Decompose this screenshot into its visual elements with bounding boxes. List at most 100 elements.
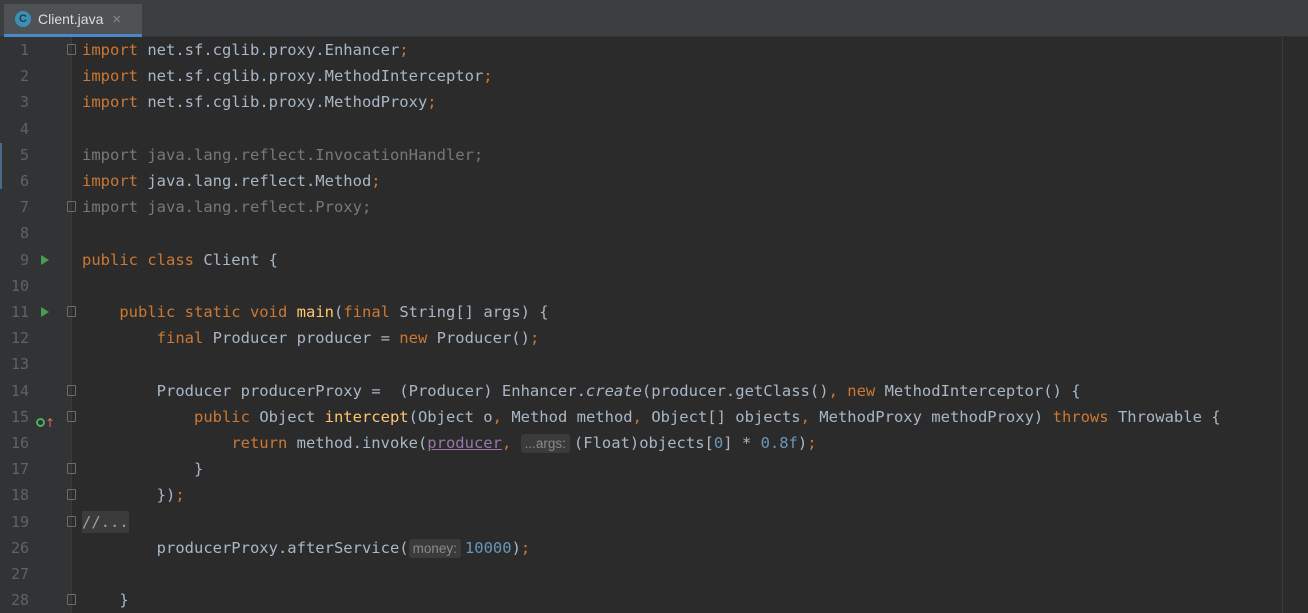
java-class-icon: C: [15, 11, 31, 27]
code-token: (producer.getClass(): [641, 381, 829, 400]
line-number: 1: [19, 41, 29, 59]
code-line[interactable]: 14 Producer producerProxy = (Producer) E…: [0, 378, 1308, 404]
code-line[interactable]: 5 import java.lang.reflect.InvocationHand…: [0, 142, 1308, 168]
code-token: String[] args) {: [390, 303, 549, 321]
code-token: Object: [249, 407, 325, 426]
code-token: import java.lang.reflect.Proxy;: [82, 198, 372, 217]
code-text: final Producer producer = new Producer()…: [82, 325, 540, 351]
line-number: 11: [10, 303, 29, 321]
code-token: ;: [529, 329, 540, 348]
line-number: 19: [10, 512, 29, 531]
parameter-hint: ...args:: [520, 434, 570, 453]
code-token: public static void: [119, 303, 288, 321]
code-line[interactable]: 8: [0, 220, 1308, 246]
code-token: producerProxy.afterService(: [82, 538, 409, 557]
line-number: 10: [10, 276, 29, 295]
collapse-fold-icon[interactable]: [67, 594, 76, 606]
code-token: ;: [371, 172, 381, 190]
code-line[interactable]: 13: [0, 351, 1308, 377]
code-line[interactable]: 3 import net.sf.cglib.proxy.MethodProxy;: [0, 89, 1308, 115]
code-token: new: [399, 329, 428, 348]
code-line[interactable]: 17 }: [0, 456, 1308, 482]
code-token: import java.lang.reflect.InvocationHandl…: [82, 145, 484, 164]
code-token: ;: [399, 41, 409, 59]
code-line[interactable]: 12 final Producer producer = new Produce…: [0, 325, 1308, 351]
code-token: net.sf.cglib.proxy.MethodProxy: [138, 93, 428, 112]
code-token: net.sf.cglib.proxy.MethodInterceptor: [138, 67, 484, 86]
line-number: 9: [19, 250, 29, 269]
line-number: 7: [19, 198, 29, 217]
code-token: import: [82, 67, 138, 86]
code-line[interactable]: 1 import net.sf.cglib.proxy.Enhancer;: [0, 37, 1308, 63]
folded-region[interactable]: //...: [82, 510, 129, 533]
code-token: ): [797, 434, 808, 452]
code-token: (Float)objects[: [573, 434, 714, 452]
tab-client-java[interactable]: C Client.java ×: [4, 4, 142, 37]
code-token: new: [847, 381, 876, 400]
line-number: 14: [10, 381, 29, 400]
code-line[interactable]: 28 }: [0, 587, 1308, 613]
code-line[interactable]: 2 import net.sf.cglib.proxy.MethodInterce…: [0, 63, 1308, 89]
code-text: //...: [82, 509, 129, 535]
code-line[interactable]: 6 import java.lang.reflect.Method;: [0, 168, 1308, 194]
code-line[interactable]: 27: [0, 561, 1308, 587]
code-text: Producer producerProxy = (Producer) Enha…: [82, 378, 1081, 404]
line-number: 17: [10, 460, 29, 479]
code-line[interactable]: 19 //...: [0, 509, 1308, 535]
code-token: ] *: [723, 434, 761, 452]
editor-tab-bar: C Client.java ×: [0, 0, 1308, 37]
code-line[interactable]: 10: [0, 273, 1308, 299]
line-number: 6: [19, 172, 29, 190]
code-token: (: [333, 303, 344, 321]
code-token: MethodInterceptor() {: [875, 381, 1081, 400]
code-token: ;: [427, 93, 437, 112]
code-token: java.lang.reflect.Method: [138, 172, 372, 190]
code-token: MethodProxy methodProxy): [809, 407, 1053, 426]
code-line[interactable]: 15 ↑ public Object intercept(Object o, Me…: [0, 404, 1308, 430]
code-line[interactable]: 16 return method.invoke(producer, ...arg…: [0, 430, 1308, 456]
code-line[interactable]: 7 import java.lang.reflect.Proxy;: [0, 194, 1308, 220]
code-text: public Object intercept(Object o, Method…: [82, 404, 1221, 430]
code-token: Client {: [193, 250, 278, 269]
code-token: ,: [632, 407, 642, 426]
expand-fold-icon[interactable]: [67, 515, 76, 527]
code-line[interactable]: 9 public class Client {: [0, 247, 1308, 273]
code-text: }: [82, 587, 128, 613]
line-number: 12: [10, 329, 29, 348]
code-line[interactable]: 18 });: [0, 482, 1308, 508]
run-icon[interactable]: [41, 254, 49, 265]
collapse-fold-icon[interactable]: [67, 201, 76, 213]
line-number: 2: [19, 67, 29, 86]
code-token: Producer producerProxy = (Producer) Enha…: [82, 381, 586, 400]
code-token: ;: [175, 486, 185, 505]
code-line[interactable]: 11 public static void main(final String[…: [0, 299, 1308, 325]
code-token: Method method: [501, 407, 633, 426]
code-token: ,: [501, 434, 512, 452]
code-text: import net.sf.cglib.proxy.MethodIntercep…: [82, 63, 493, 89]
collapse-fold-icon[interactable]: [67, 384, 76, 396]
code-token: net.sf.cglib.proxy.Enhancer: [138, 41, 400, 59]
code-text: import net.sf.cglib.proxy.Enhancer;: [82, 37, 409, 63]
run-icon[interactable]: [41, 307, 49, 317]
line-number: 28: [10, 591, 29, 610]
code-text: public static void main(final String[] a…: [82, 299, 549, 325]
collapse-fold-icon[interactable]: [67, 489, 76, 501]
code-text: producerProxy.afterService(money: 10000);: [82, 535, 530, 561]
code-line[interactable]: 26 producerProxy.afterService(money: 1000…: [0, 535, 1308, 561]
close-icon[interactable]: ×: [112, 11, 121, 28]
collapse-fold-icon[interactable]: [67, 463, 76, 475]
code-line[interactable]: 4: [0, 116, 1308, 142]
code-token: Object[] objects: [641, 407, 801, 426]
collapse-fold-icon[interactable]: [67, 410, 76, 422]
collapse-fold-icon[interactable]: [67, 44, 76, 55]
code-text: return method.invoke(producer, ...args:(…: [82, 430, 817, 456]
code-token: ,: [492, 407, 502, 426]
line-number: 8: [19, 224, 29, 243]
line-number: 4: [19, 119, 29, 138]
collapse-fold-icon[interactable]: [67, 306, 76, 317]
parameter-hint: money:: [408, 538, 461, 558]
